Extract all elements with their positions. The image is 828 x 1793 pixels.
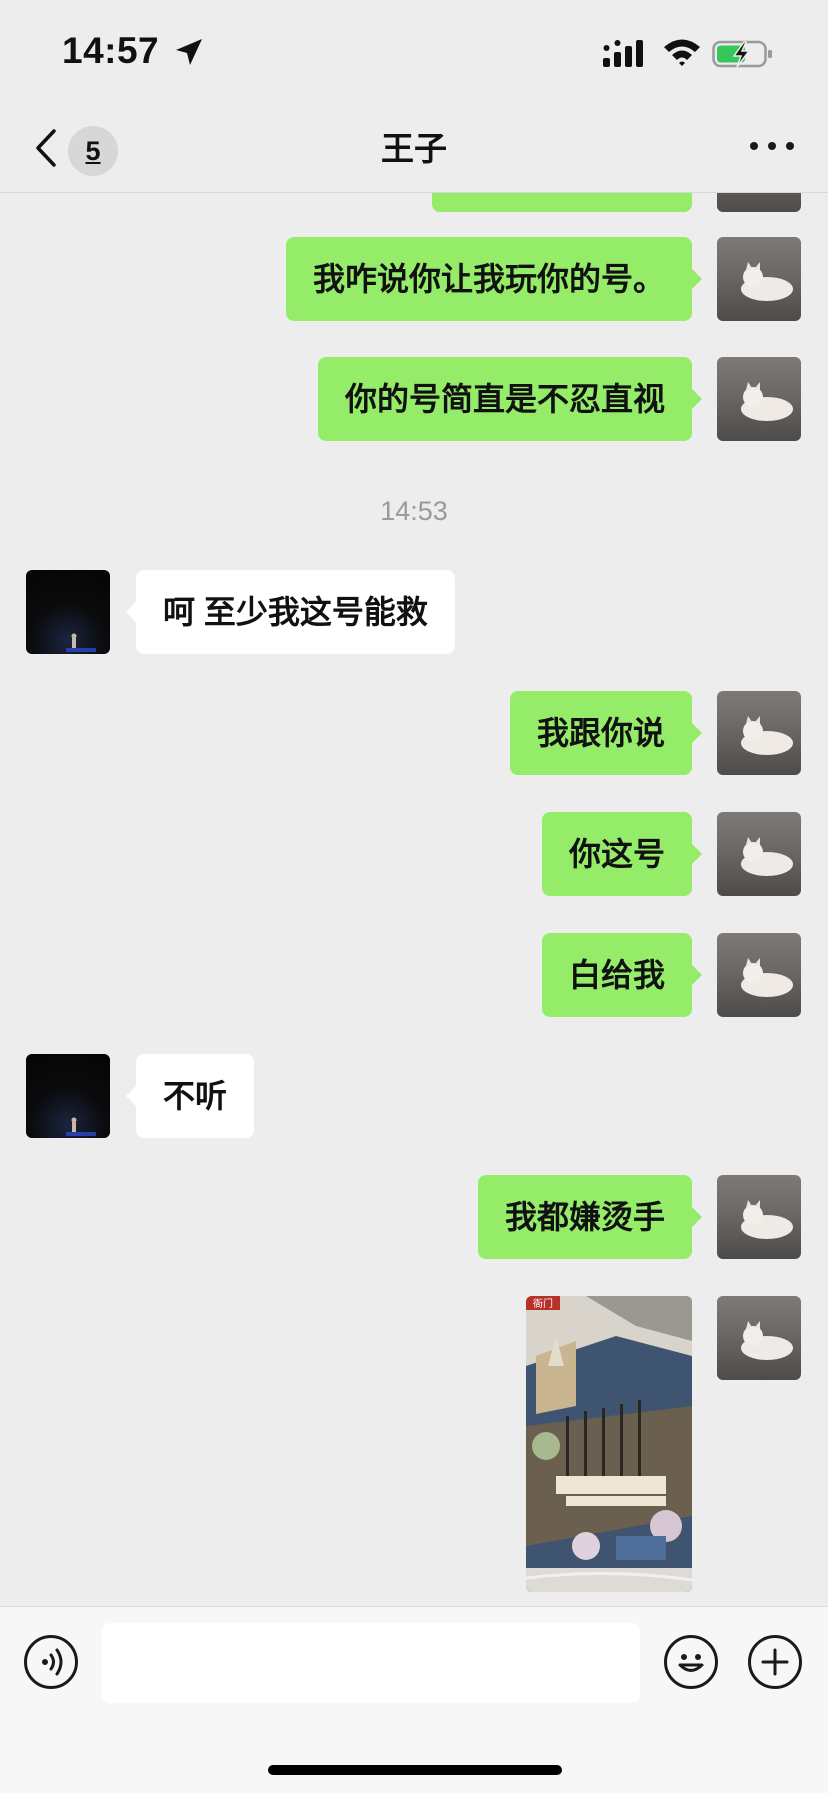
back-button[interactable]: 5 <box>28 120 124 176</box>
my-avatar[interactable] <box>717 691 801 775</box>
my-avatar[interactable] <box>717 192 801 212</box>
my-avatar[interactable] <box>717 933 801 1017</box>
message-input[interactable] <box>102 1623 640 1703</box>
message-bubble-incoming[interactable]: 不听 <box>125 1054 255 1138</box>
image-sign-text: 衙门 <box>533 1297 553 1310</box>
message-bubble-incoming[interactable]: 呵 至少我这号能救 <box>126 570 455 654</box>
more-dots-icon[interactable] <box>746 126 798 166</box>
message-bubble-outgoing[interactable]: 你这号 <box>541 812 703 896</box>
wifi-icon <box>664 39 700 66</box>
game-screenshot-image: 衙门 <box>526 1296 692 1592</box>
status-bar: 14:57 <box>0 0 828 100</box>
contact-avatar[interactable] <box>26 570 110 654</box>
chat-title: 王子 <box>381 130 447 167</box>
unread-badge: 5 <box>68 126 118 176</box>
emoji-icon <box>678 1654 704 1672</box>
status-time: 14:57 <box>62 30 160 71</box>
contact-avatar[interactable] <box>26 1054 110 1138</box>
voice-button[interactable] <box>24 1635 78 1689</box>
battery-charging-icon <box>712 40 772 68</box>
message-timestamp: 14:53 <box>380 496 448 526</box>
nav-bar: 5 王子 <box>0 100 828 193</box>
plus-button[interactable] <box>748 1635 802 1689</box>
chat-area[interactable]: 我咋说你让我玩你的号。 你的号简直是不忍直视 14:53 呵 至少我这号能救 我… <box>0 192 828 1606</box>
message-bubble-outgoing[interactable]: 我都嫌烫手 <box>477 1175 703 1259</box>
my-avatar[interactable] <box>717 1175 801 1259</box>
emoji-button[interactable] <box>664 1635 718 1689</box>
message-bubble-outgoing[interactable]: 你的号简直是不忍直视 <box>317 357 703 441</box>
my-avatar[interactable] <box>717 812 801 896</box>
my-avatar[interactable] <box>717 357 801 441</box>
input-bar <box>0 1606 828 1793</box>
message-bubble-partial[interactable] <box>432 192 692 212</box>
message-bubble-outgoing[interactable]: 白给我 <box>541 933 703 1017</box>
voice-icon <box>42 1648 63 1676</box>
message-bubble-outgoing[interactable]: 我跟你说 <box>509 691 703 775</box>
message-bubble-outgoing[interactable]: 我咋说你让我玩你的号。 <box>285 237 703 321</box>
plus-icon <box>761 1648 789 1676</box>
location-arrow-icon <box>176 39 202 65</box>
my-avatar[interactable] <box>717 1296 801 1380</box>
my-avatar[interactable] <box>717 237 801 321</box>
cellular-signal-icon <box>603 40 643 67</box>
back-chevron-icon <box>36 129 56 167</box>
image-message[interactable]: 衙门 <box>526 1296 692 1592</box>
home-indicator <box>268 1765 562 1775</box>
